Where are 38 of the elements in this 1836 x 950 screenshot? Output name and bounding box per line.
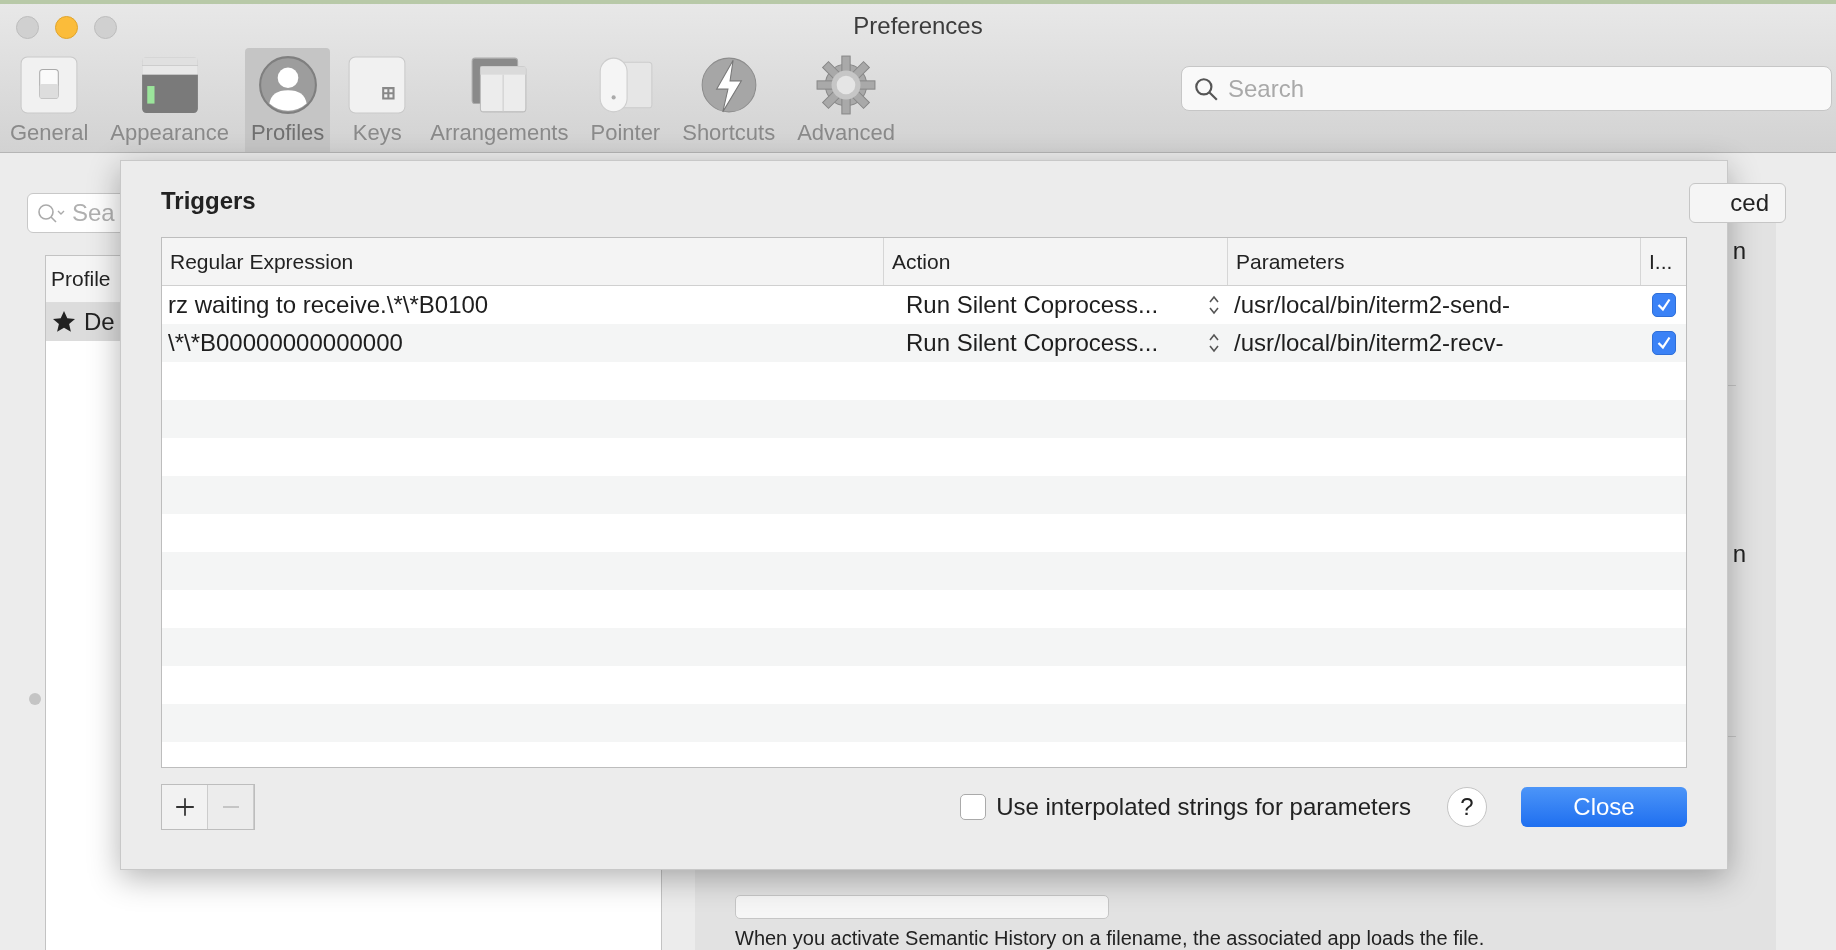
label-text: n [1732, 540, 1746, 568]
tab-button[interactable]: ced [1689, 183, 1786, 223]
column-header[interactable]: Parameters [1228, 238, 1641, 285]
plus-icon [173, 796, 196, 818]
star-icon [52, 310, 76, 334]
parameters-cell-text: /usr/local/bin/iterm2-recv- [1233, 329, 1505, 357]
enabled-checkbox[interactable] [1651, 293, 1676, 317]
add-button[interactable] [162, 785, 208, 829]
switch-icon [18, 54, 81, 116]
app-popup-button[interactable] [735, 895, 1109, 919]
note-text: When you activate Semantic History on a filename, the associated app loads the file. [735, 927, 1486, 950]
checkbox[interactable] [960, 794, 987, 820]
regex-cell-text: \*\*B00000000000000 [167, 329, 404, 357]
minimize-button[interactable] [55, 16, 78, 39]
column-header[interactable]: Action [884, 238, 1228, 285]
search-field[interactable]: Search [1181, 66, 1832, 111]
enabled-checkbox[interactable] [1651, 331, 1676, 355]
stepper-arrows-icon [1208, 332, 1220, 354]
scroll-indicator [29, 693, 41, 705]
search-icon [37, 203, 67, 223]
person-icon [256, 54, 319, 116]
zoom-button[interactable] [94, 16, 117, 39]
window-title: Preferences [853, 12, 983, 40]
parameters-cell-text: /usr/local/bin/iterm2-send- [1233, 291, 1512, 319]
label-text: n [1732, 237, 1746, 265]
stepper-arrows-icon [1208, 294, 1220, 316]
close-button[interactable]: Close [1521, 787, 1687, 827]
search-icon [1193, 76, 1219, 102]
action-popup[interactable]: Run Silent Coprocess... [884, 326, 1228, 360]
gear-icon [815, 54, 878, 116]
help-button[interactable]: ? [1447, 787, 1487, 827]
column-header[interactable]: I... [1641, 238, 1686, 285]
close-button[interactable] [16, 16, 39, 39]
checkbox-label[interactable]: Use interpolated strings for parameters [996, 793, 1411, 821]
sheet-title: Triggers [161, 187, 257, 215]
key-icon [346, 54, 409, 116]
action-popup[interactable]: Run Silent Coprocess... [884, 288, 1228, 322]
column-header[interactable]: Regular Expression [162, 238, 884, 285]
